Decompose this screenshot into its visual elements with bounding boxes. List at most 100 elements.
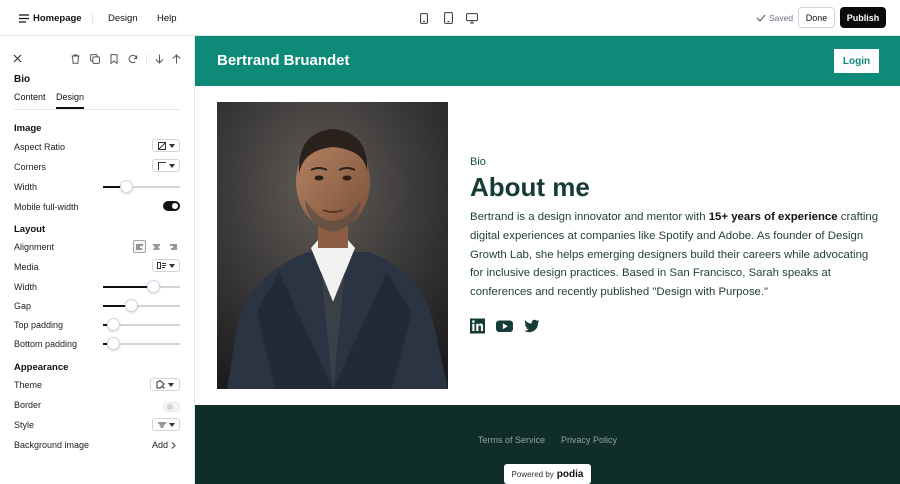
corner-icon	[157, 161, 166, 170]
bottom-padding-slider[interactable]	[103, 337, 180, 350]
site-brand[interactable]: Bertrand Bruandet	[217, 52, 350, 69]
linkedin-icon[interactable]	[470, 318, 485, 334]
bio-photo[interactable]	[217, 102, 448, 389]
slider-handle[interactable]	[120, 180, 133, 193]
style-select[interactable]	[152, 418, 180, 431]
section-layout-title: Layout	[14, 224, 46, 235]
page-preview: Bertrand Bruandet Login Bio About me Ber…	[195, 36, 900, 484]
bio-text-part: Bertrand is a design innovator and mento…	[470, 211, 709, 223]
layout-width-label: Width	[14, 282, 38, 292]
top-padding-slider[interactable]	[103, 318, 180, 331]
mobile-full-width-label: Mobile full-width	[14, 202, 79, 212]
theme-select[interactable]	[150, 378, 180, 391]
toggle-knob	[167, 404, 173, 410]
login-button[interactable]: Login	[834, 49, 879, 73]
chevron-right-icon	[171, 441, 176, 449]
media-select[interactable]	[152, 259, 180, 272]
page-menu-label: Homepage	[33, 12, 82, 24]
nav-design[interactable]: Design	[108, 0, 138, 36]
bio-text-part: crafting digital experiences at companie…	[470, 211, 879, 299]
theme-label: Theme	[14, 380, 43, 390]
background-image-label: Background image	[14, 440, 90, 450]
gap-slider[interactable]	[103, 299, 180, 312]
site-footer: Terms of Service Privacy Policy Powered …	[195, 405, 900, 484]
menu-icon	[19, 13, 29, 23]
corners-select[interactable]	[152, 159, 180, 172]
image-width-slider[interactable]	[103, 180, 180, 193]
align-left-button[interactable]	[133, 240, 146, 253]
bio-highlight: 15+ years of experience	[708, 211, 838, 223]
media-left-icon	[157, 262, 167, 269]
desktop-icon[interactable]	[465, 11, 479, 25]
chevron-down-icon	[168, 422, 175, 427]
align-left-icon	[136, 244, 143, 249]
add-label: Add	[152, 440, 169, 450]
slider-fill	[103, 286, 153, 288]
saved-status: Saved	[756, 0, 793, 36]
saved-label: Saved	[769, 13, 794, 23]
powered-by-label: Powered by	[511, 469, 554, 479]
settings-panel: Bio Content Design Image Aspect Ratio Co…	[0, 36, 195, 484]
top-padding-label: Top padding	[14, 320, 64, 330]
page-menu-button[interactable]: Homepage	[19, 0, 82, 36]
chevron-down-icon	[168, 163, 175, 168]
aspect-ratio-label: Aspect Ratio	[14, 142, 66, 152]
mobile-icon[interactable]	[417, 11, 431, 25]
youtube-icon[interactable]	[496, 318, 513, 334]
slider-handle[interactable]	[107, 337, 120, 350]
site-header: Bertrand Bruandet Login	[195, 36, 900, 86]
gap-label: Gap	[14, 301, 32, 311]
trash-icon[interactable]	[70, 53, 81, 64]
publish-button[interactable]: Publish	[840, 7, 886, 28]
tab-divider	[14, 109, 180, 110]
chevron-down-icon	[168, 263, 175, 268]
layout-width-slider[interactable]	[103, 280, 180, 293]
section-image-title: Image	[14, 123, 42, 134]
slider-handle[interactable]	[147, 280, 160, 293]
divider	[92, 12, 93, 24]
corners-label: Corners	[14, 162, 47, 172]
check-icon	[756, 14, 766, 22]
move-up-icon[interactable]	[171, 53, 182, 64]
align-center-icon	[153, 244, 160, 249]
chevron-down-icon	[168, 382, 175, 387]
powered-by-badge[interactable]: Powered by podia	[504, 464, 591, 484]
move-down-icon[interactable]	[154, 53, 165, 64]
top-bar: Homepage Design Help Saved Done Publish	[0, 0, 900, 36]
privacy-link[interactable]: Privacy Policy	[561, 435, 617, 445]
image-width-label: Width	[14, 182, 38, 192]
section-eyebrow: Bio	[470, 156, 486, 168]
aspect-ratio-icon	[157, 141, 166, 150]
media-label: Media	[14, 262, 39, 272]
tab-content[interactable]: Content	[14, 92, 46, 107]
duplicate-icon[interactable]	[89, 53, 100, 64]
terms-link[interactable]: Terms of Service	[478, 435, 545, 445]
toggle-knob	[172, 203, 178, 209]
align-right-button[interactable]	[167, 240, 180, 253]
border-label: Border	[14, 400, 42, 410]
done-button[interactable]: Done	[798, 7, 835, 28]
bottom-padding-label: Bottom padding	[14, 339, 78, 349]
style-lines-icon	[157, 422, 166, 427]
tablet-icon[interactable]	[441, 11, 455, 25]
nav-help[interactable]: Help	[157, 0, 177, 36]
slider-handle[interactable]	[125, 299, 138, 312]
align-center-button[interactable]	[150, 240, 163, 253]
bio-text: Bertrand is a design innovator and mento…	[470, 208, 882, 302]
bookmark-icon[interactable]	[108, 53, 119, 64]
alignment-label: Alignment	[14, 242, 55, 252]
aspect-ratio-select[interactable]	[152, 139, 180, 152]
chevron-down-icon	[168, 143, 175, 148]
divider	[146, 54, 147, 64]
slider-handle[interactable]	[107, 318, 120, 331]
paint-icon	[156, 380, 165, 389]
border-toggle[interactable]	[163, 402, 180, 412]
add-background-button[interactable]: Add	[152, 440, 176, 450]
refresh-icon[interactable]	[127, 53, 138, 64]
tab-design[interactable]: Design	[56, 92, 85, 109]
podia-logo: podia	[556, 468, 584, 480]
mobile-full-width-toggle[interactable]	[163, 201, 180, 211]
twitter-icon[interactable]	[524, 318, 540, 334]
close-icon[interactable]	[12, 53, 23, 64]
style-label: Style	[14, 420, 35, 430]
